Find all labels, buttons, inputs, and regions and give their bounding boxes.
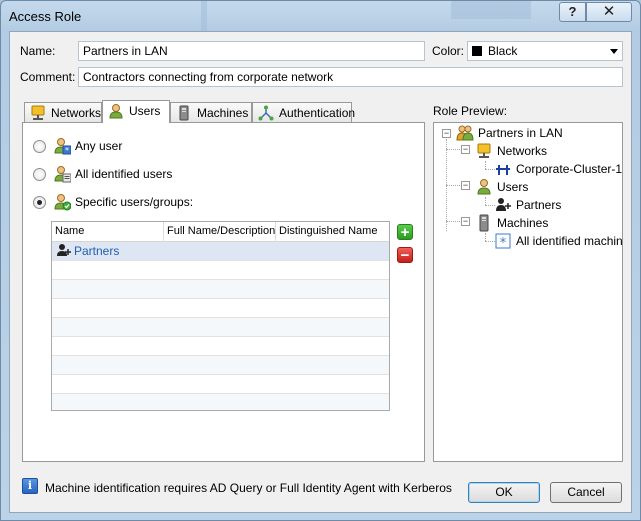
- tree-node-machines[interactable]: Machines: [475, 214, 615, 232]
- any-user-option[interactable]: * Any user: [33, 137, 153, 155]
- network-icon: [31, 105, 45, 120]
- tree-node-label: Corporate-Cluster-1-inte: [516, 162, 623, 176]
- plus-icon: +: [400, 224, 410, 241]
- window-title: Access Role: [9, 9, 82, 24]
- tree-line: [485, 233, 486, 241]
- machine-icon: [179, 105, 189, 121]
- any-user-icon: *: [54, 138, 71, 155]
- column-header-distinguished-name[interactable]: Distinguished Name: [276, 222, 389, 242]
- tree-node-network-item[interactable]: Corporate-Cluster-1-inte: [494, 160, 623, 178]
- tab-label: Authentication: [279, 106, 356, 120]
- role-preview-tree: − Partners in LAN − Networks Corporate-C…: [433, 122, 623, 462]
- color-swatch: [472, 46, 482, 56]
- table-row: [52, 299, 389, 318]
- comment-input[interactable]: Contractors connecting from corporate ne…: [78, 67, 623, 87]
- name-input[interactable]: Partners in LAN: [78, 41, 425, 61]
- svg-text:*: *: [500, 236, 507, 250]
- all-identified-users-option[interactable]: All identified users: [33, 165, 203, 183]
- specific-users-option[interactable]: Specific users/groups:: [33, 193, 213, 211]
- comment-label: Comment:: [20, 70, 76, 84]
- role-preview-label: Role Preview:: [433, 104, 508, 118]
- access-role-dialog: Access Role ? ✕ Name: Partners in LAN Co…: [0, 0, 641, 521]
- ok-button[interactable]: OK: [468, 482, 540, 503]
- help-button[interactable]: ?: [559, 2, 586, 22]
- tree-node-label: Machines: [497, 216, 549, 230]
- close-button[interactable]: ✕: [586, 2, 632, 22]
- cancel-button[interactable]: Cancel: [550, 482, 622, 503]
- all-machines-icon: *: [495, 233, 511, 250]
- tab-networks[interactable]: Networks: [24, 102, 102, 122]
- tab-machines[interactable]: Machines: [170, 102, 252, 122]
- tree-line: [485, 197, 486, 205]
- users-table: Name Full Name/Description Distinguished…: [51, 221, 390, 411]
- dialog-content: Name: Partners in LAN Color: Black Comme…: [9, 31, 632, 513]
- tree-expander[interactable]: −: [442, 129, 451, 138]
- all-identified-users-radio[interactable]: [33, 168, 46, 181]
- help-icon: ?: [568, 4, 577, 19]
- tab-label: Users: [129, 104, 161, 118]
- table-row[interactable]: Partners: [52, 242, 389, 261]
- authentication-icon: [258, 105, 274, 121]
- tree-expander[interactable]: −: [461, 145, 470, 154]
- add-user-button[interactable]: +: [397, 224, 413, 240]
- specific-users-label: Specific users/groups:: [75, 195, 194, 209]
- tab-label: Networks: [51, 106, 102, 120]
- svg-text:*: *: [65, 146, 69, 155]
- tree-node-label: Networks: [497, 144, 548, 158]
- column-header-name[interactable]: Name: [52, 222, 164, 242]
- column-header-full-name[interactable]: Full Name/Description: [164, 222, 276, 242]
- table-row: [52, 394, 389, 410]
- tab-users[interactable]: Users: [102, 100, 170, 123]
- table-row: [52, 356, 389, 375]
- tree-node-label: Users: [497, 180, 529, 194]
- tab-authentication[interactable]: Authentication: [252, 102, 356, 122]
- color-label: Color:: [432, 44, 465, 58]
- table-row: [52, 261, 389, 280]
- all-identified-users-label: All identified users: [75, 167, 173, 181]
- tree-node-label: Partners: [516, 198, 562, 212]
- tree-node-user-item[interactable]: Partners: [494, 196, 614, 214]
- name-label: Name:: [20, 44, 56, 58]
- titlebar: Access Role ? ✕: [1, 1, 640, 31]
- identified-users-icon: [54, 166, 71, 183]
- tree-node-label: All identified machines: [516, 234, 623, 248]
- tree-expander[interactable]: −: [461, 217, 470, 226]
- tree-node-root[interactable]: Partners in LAN: [456, 124, 616, 142]
- table-row: [52, 318, 389, 337]
- close-icon: ✕: [602, 3, 616, 20]
- color-select[interactable]: Black: [467, 41, 623, 61]
- network-icon: [477, 143, 491, 158]
- tree-line: [485, 161, 486, 169]
- specific-users-icon: [54, 194, 71, 211]
- tree-node-networks[interactable]: Networks: [475, 142, 615, 160]
- any-user-radio[interactable]: [33, 140, 46, 153]
- info-icon: i: [22, 478, 38, 494]
- table-row: [52, 375, 389, 394]
- access-role-icon: [456, 125, 474, 141]
- table-row: [52, 337, 389, 356]
- tree-node-machine-item[interactable]: * All identified machines: [494, 232, 623, 250]
- color-value: Black: [488, 44, 518, 58]
- specific-users-radio[interactable]: [33, 196, 46, 209]
- machine-icon: [479, 214, 489, 232]
- minus-icon: −: [400, 247, 410, 264]
- tree-node-users[interactable]: Users: [475, 178, 615, 196]
- users-tab-panel: * Any user All identified users Specific…: [22, 122, 425, 462]
- any-user-label: Any user: [75, 139, 123, 153]
- tree-node-label: Partners in LAN: [478, 126, 563, 140]
- user-group-icon: [496, 198, 511, 211]
- table-row: [52, 280, 389, 299]
- cluster-icon: [496, 165, 510, 175]
- tree-expander[interactable]: −: [461, 181, 470, 190]
- user-group-icon: [57, 244, 71, 256]
- remove-user-button[interactable]: −: [397, 247, 413, 263]
- row-name-cell: Partners: [74, 244, 120, 258]
- table-header: Name Full Name/Description Distinguished…: [52, 222, 389, 242]
- users-icon: [477, 179, 491, 195]
- users-icon: [109, 104, 123, 119]
- tab-label: Machines: [197, 106, 249, 120]
- chevron-down-icon[interactable]: [610, 49, 618, 54]
- info-message: Machine identification requires AD Query…: [45, 481, 452, 495]
